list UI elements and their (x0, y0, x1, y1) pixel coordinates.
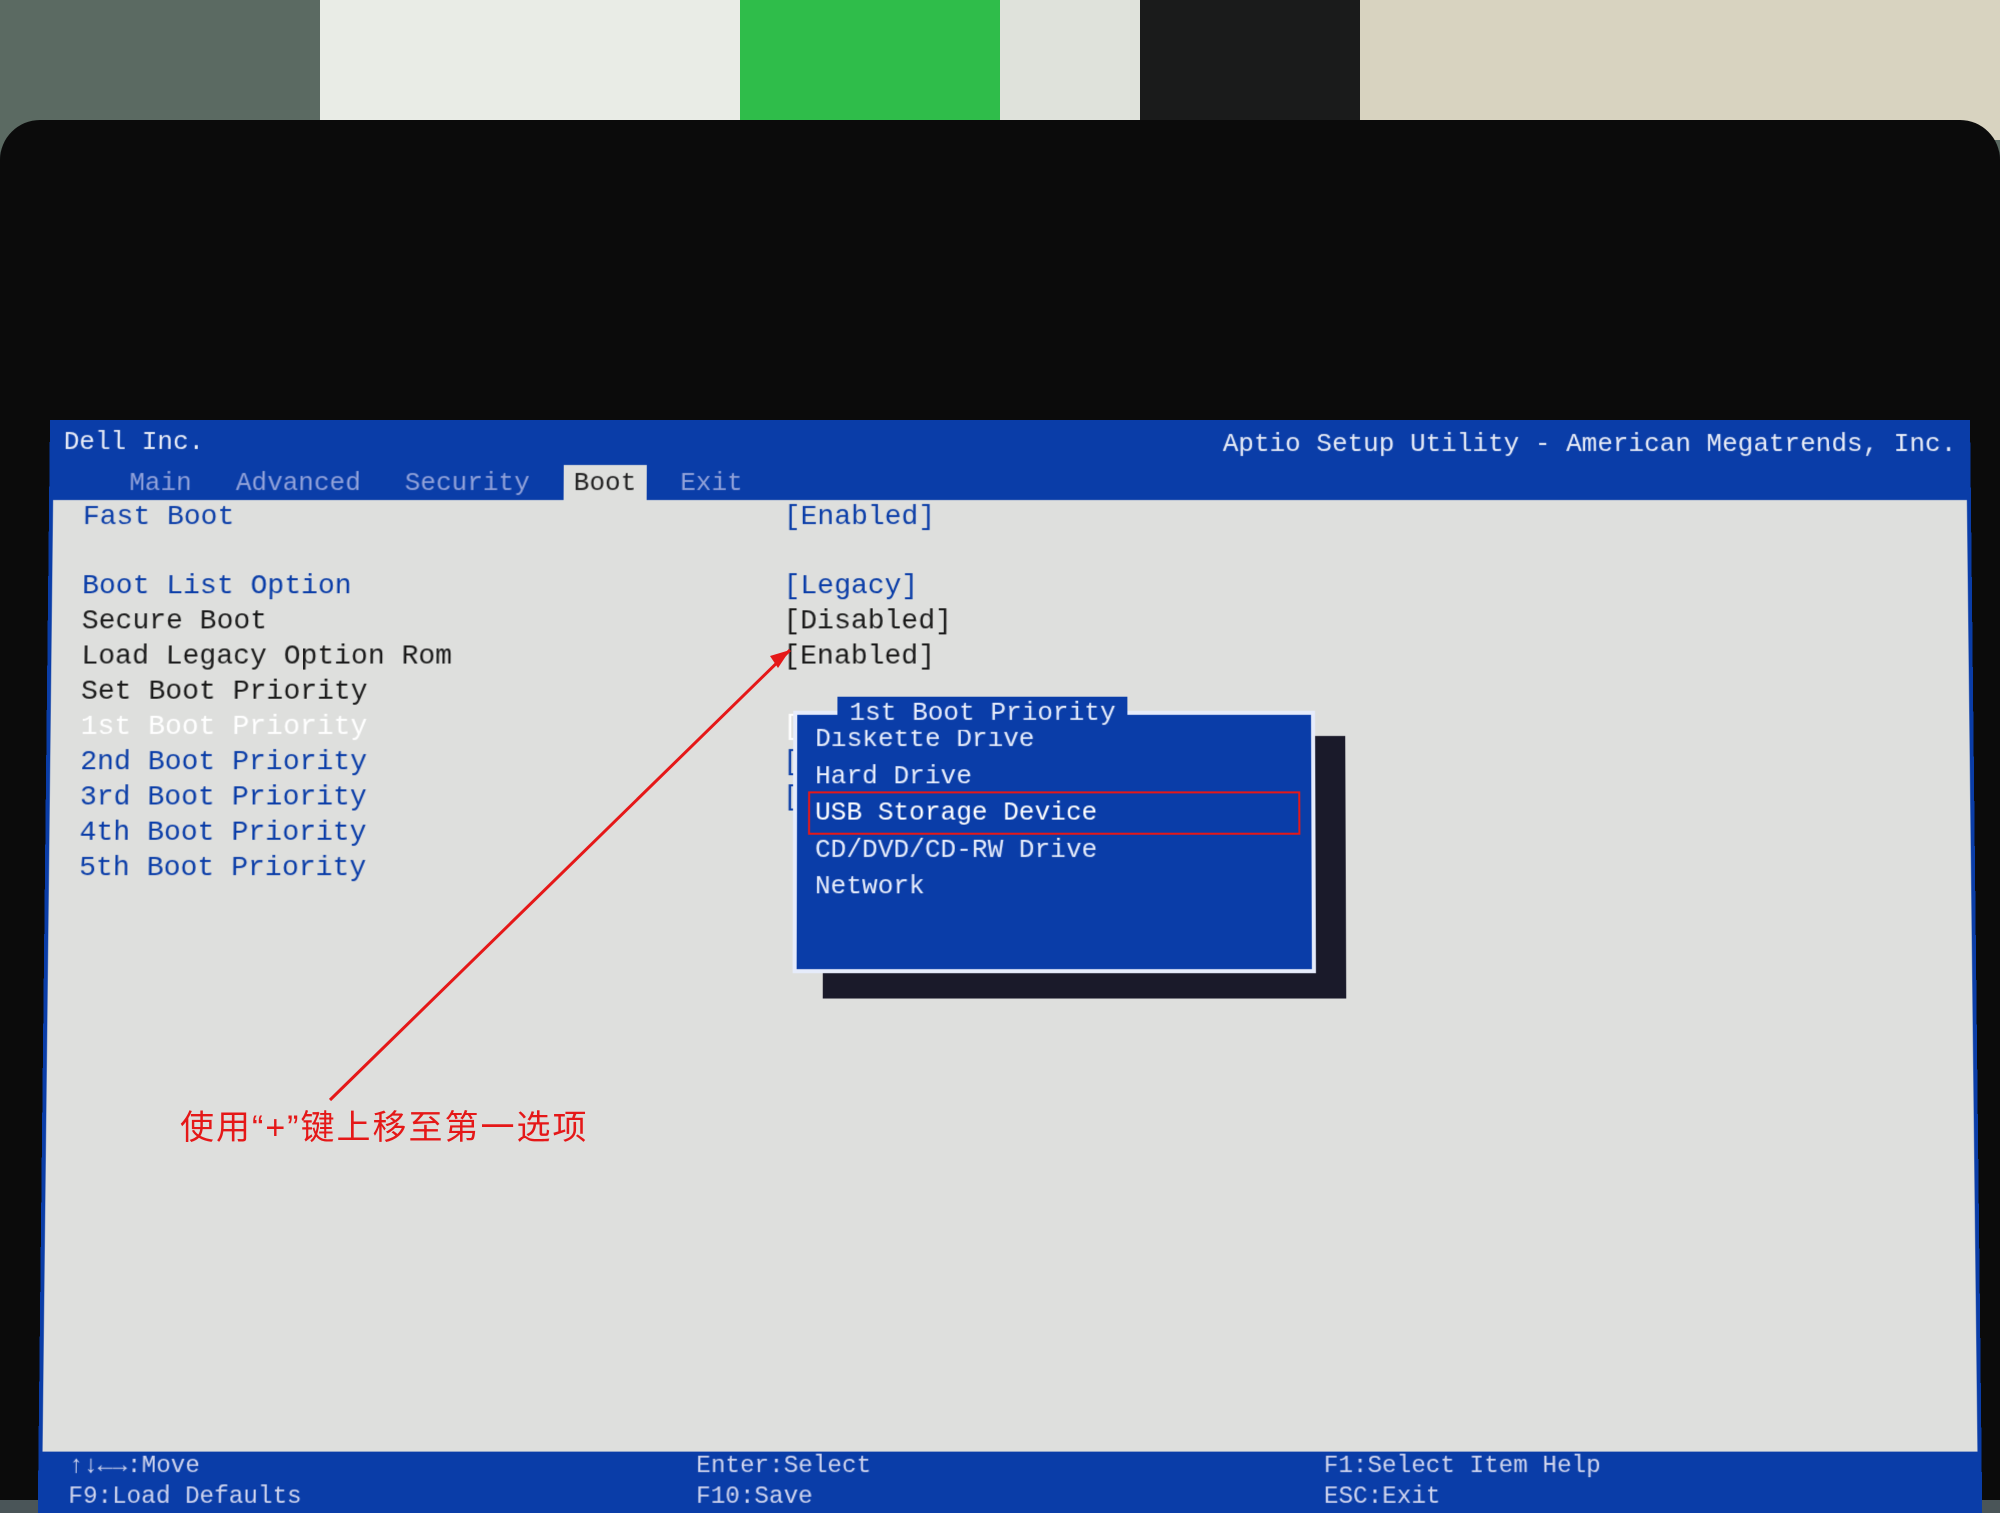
setting-value: [Legacy] (784, 569, 919, 604)
room-bg-block (1140, 0, 1360, 140)
room-bg-block (1000, 0, 1140, 140)
tab-exit[interactable]: Exit (670, 464, 753, 501)
setting-label: Boot List Option (82, 569, 784, 604)
popup-option[interactable]: Network (811, 868, 1298, 905)
setting-label: 4th Boot Priority (79, 816, 783, 851)
setting-row[interactable]: Secure Boot[Disabled] (52, 604, 1969, 639)
setting-label: 3rd Boot Priority (80, 780, 783, 815)
setting-label: 2nd Boot Priority (80, 745, 783, 780)
blank-line (52, 535, 1967, 569)
utility-title: Aptio Setup Utility - American Megatrend… (1223, 428, 1957, 460)
hint-help: F1:Select Item Help (1324, 1452, 1952, 1483)
setting-row[interactable]: Fast Boot[Enabled] (53, 500, 1968, 535)
popup-option[interactable]: Hard Drive (811, 758, 1297, 795)
bios-footer: ↑↓←→:Move F9:Load Defaults Enter:Select … (38, 1452, 1982, 1513)
setting-label: Fast Boot (83, 500, 784, 535)
room-bg-block (1360, 0, 2000, 140)
popup-title: 1st Boot Priority (837, 697, 1127, 730)
tab-advanced[interactable]: Advanced (226, 464, 371, 501)
setting-label: Secure Boot (82, 604, 784, 639)
setting-row[interactable]: Boot List Option[Legacy] (52, 569, 1968, 604)
hint-load-defaults: F9:Load Defaults (68, 1482, 696, 1513)
laptop-bezel: Dell Inc. Aptio Setup Utility - American… (0, 120, 2000, 1500)
hint-select: Enter:Select (696, 1452, 1324, 1483)
popup-option[interactable]: CD/DVD/CD-RW Drive (811, 831, 1298, 868)
setting-label: 1st Boot Priority (80, 710, 783, 745)
setting-label: Load Legacy Option Rom (81, 639, 783, 674)
footer-col-3: F1:Select Item Help ESC:Exit (1324, 1452, 1952, 1513)
tab-boot[interactable]: Boot (564, 464, 647, 501)
footer-col-2: Enter:Select F10:Save (696, 1452, 1324, 1513)
room-bg-block (320, 0, 740, 140)
bios-screen: Dell Inc. Aptio Setup Utility - American… (38, 420, 1982, 1513)
hint-move: ↑↓←→:Move (68, 1452, 696, 1483)
room-bg-block (740, 0, 1000, 140)
hint-exit: ESC:Exit (1324, 1482, 1952, 1513)
tab-main[interactable]: Main (119, 464, 202, 501)
tab-security[interactable]: Security (395, 464, 540, 501)
setting-row[interactable]: Load Legacy Option Rom[Enabled] (51, 639, 1969, 674)
bios-body: Fast Boot[Enabled]Boot List Option[Legac… (38, 500, 1981, 1452)
setting-value: [Enabled] (783, 639, 935, 674)
annotation-text: 使用“+”键上移至第一选项 (180, 1100, 589, 1149)
bios-tabs: Main Advanced Security Boot Exit (59, 464, 1961, 501)
footer-col-1: ↑↓←→:Move F9:Load Defaults (68, 1452, 696, 1513)
setting-label: Set Boot Priority (81, 675, 783, 710)
setting-value: [Disabled] (783, 604, 951, 639)
boot-priority-popup[interactable]: 1st Boot Priority Diskette DriveHard Dri… (793, 711, 1316, 973)
setting-value: [Enabled] (784, 500, 935, 535)
bios-header: Dell Inc. Aptio Setup Utility - American… (49, 420, 1971, 500)
setting-label: 5th Boot Priority (79, 851, 783, 886)
popup-option[interactable]: USB Storage Device (811, 794, 1297, 831)
hint-save: F10:Save (696, 1482, 1324, 1513)
